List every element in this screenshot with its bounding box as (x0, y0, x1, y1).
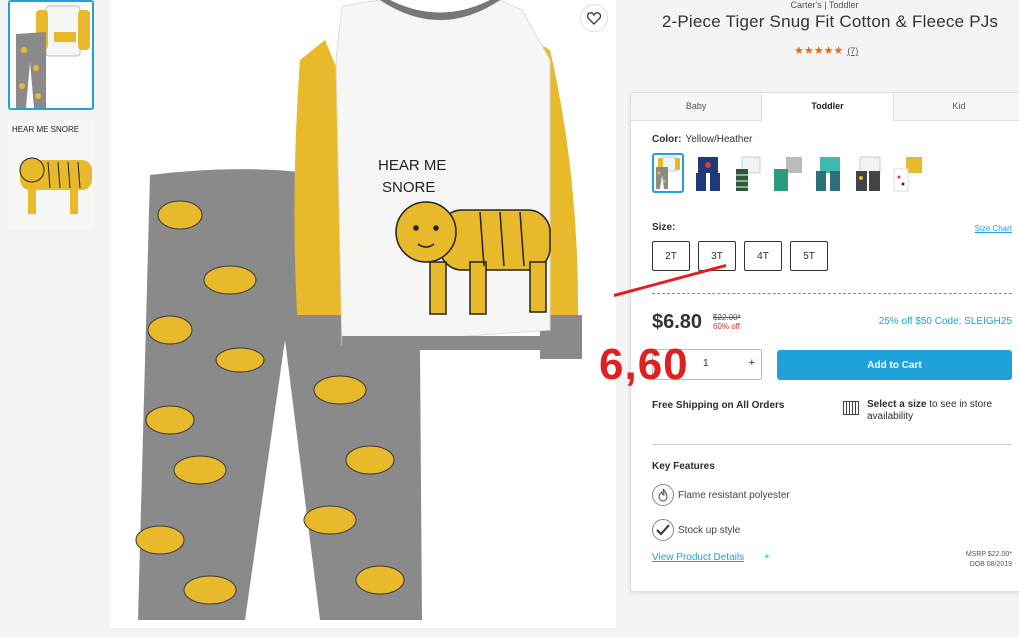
original-price: $22.00* (713, 313, 741, 322)
brand-line: Carter's | Toddler (790, 0, 859, 10)
outfit-thumbnail-image (10, 2, 92, 108)
color-label: Color: (652, 134, 682, 145)
star-rating: ★★★★★ (794, 45, 844, 57)
print-thumbnail-image: HEAR ME SNORE (8, 120, 94, 230)
dob-line: DOB 08/2019 (969, 561, 1012, 568)
age-tabs: Baby Toddler Kid (631, 93, 1019, 121)
section-divider (652, 444, 1012, 445)
msrp-line: MSRP $22.00* (965, 551, 1012, 558)
product-page: HEAR ME SNORE HEAR ME SNORE Carter's | T… (0, 0, 1019, 637)
shirt-print-line2: SNORE (382, 179, 435, 196)
heart-icon (587, 11, 601, 25)
thumbnail-outfit-selected[interactable] (8, 0, 94, 110)
section-divider-dashed (652, 293, 1012, 294)
swatch-image (774, 157, 802, 191)
swatch-image (893, 157, 922, 192)
msrp-info: MSRP $22.00* DOB 08/2019 (966, 550, 1012, 570)
swatch-navy[interactable] (692, 153, 724, 193)
swatch-image (856, 156, 881, 191)
rating[interactable]: ★★★★★ (7) (794, 44, 858, 57)
shirt-print-line1: HEAR ME (378, 157, 446, 174)
thumbnail-print-closeup[interactable]: HEAR ME SNORE (8, 120, 94, 230)
size-label: Size: (652, 222, 676, 233)
favorite-button[interactable] (580, 4, 608, 32)
swatch-yellow-white[interactable] (892, 153, 924, 193)
feature-label: Stock up style (678, 524, 741, 536)
main-product-image: HEAR ME SNORE (110, 0, 616, 628)
quantity-value[interactable]: 1 (703, 358, 709, 369)
size-4t-button[interactable]: 4T (744, 241, 782, 271)
swatch-grey-teal[interactable] (772, 153, 804, 193)
discount-percent: 60% off (713, 322, 740, 331)
swatch-image (736, 156, 761, 191)
swatch-image (816, 157, 840, 191)
store-availability[interactable]: Select a size to see in store availabili… (867, 399, 1017, 423)
feature-stock-up: Stock up style (652, 519, 740, 541)
tab-kid[interactable]: Kid (893, 93, 1019, 121)
thumbnail-strip: HEAR ME SNORE (0, 0, 100, 637)
size-options: 2T 3T 4T 5T (652, 241, 828, 271)
swatch-image (656, 156, 680, 189)
swatch-teal[interactable] (812, 153, 844, 193)
expand-details-icon[interactable]: + (764, 552, 770, 563)
key-features-title: Key Features (652, 461, 715, 472)
thumbnail-print-text: HEAR ME SNORE (12, 125, 79, 134)
store-select-size: Select a size (867, 399, 927, 410)
store-icon (843, 401, 859, 415)
size-5t-button[interactable]: 5T (790, 241, 828, 271)
promo-code: 25% off $50 Code: SLEIGH25 (878, 316, 1012, 327)
flame-icon (652, 484, 674, 506)
tab-toddler[interactable]: Toddler (762, 93, 894, 121)
free-shipping-text: Free Shipping on All Orders (652, 400, 785, 411)
feature-label: Flame resistant polyester (678, 489, 790, 501)
color-swatches (652, 153, 924, 193)
current-price: $6.80 (652, 311, 703, 333)
review-count-link[interactable]: (7) (847, 46, 858, 56)
color-selection: Color: Yellow/Heather (652, 134, 752, 145)
tab-baby[interactable]: Baby (631, 93, 763, 121)
add-to-cart-button[interactable]: Add to Cart (777, 350, 1012, 380)
quantity-increase-button[interactable]: + (749, 357, 755, 369)
swatch-image (696, 157, 720, 191)
swatch-green[interactable] (732, 153, 764, 193)
color-value: Yellow/Heather (685, 134, 753, 145)
swatch-charcoal[interactable] (852, 153, 884, 193)
pajama-set-image: HEAR ME SNORE (135, 0, 582, 620)
checkmark-icon (652, 519, 674, 541)
size-chart-link[interactable]: Size Chart (975, 224, 1012, 233)
size-2t-button[interactable]: 2T (652, 241, 690, 271)
product-title: 2-Piece Tiger Snug Fit Cotton & Fleece P… (661, 12, 999, 31)
swatch-yellow-heather[interactable] (652, 153, 684, 193)
handwritten-price-annotation: 6,60 (599, 340, 689, 389)
view-product-details-link[interactable]: View Product Details (652, 552, 744, 563)
feature-flame-resistant: Flame resistant polyester (652, 484, 790, 506)
